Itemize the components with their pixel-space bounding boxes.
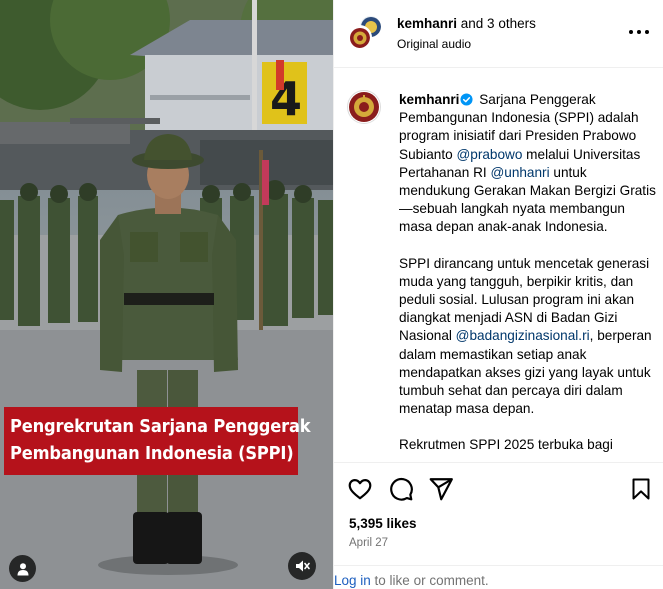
post-date[interactable]: April 27 xyxy=(349,537,388,549)
kemhan-emblem-icon xyxy=(350,28,370,48)
mute-toggle-button[interactable] xyxy=(288,552,316,580)
login-prompt-text: to like or comment. xyxy=(370,573,489,588)
caption-paragraph-2: SPPI dirancang untuk mencetak generasi m… xyxy=(399,255,656,419)
person-icon xyxy=(17,562,28,575)
caption-paragraph-1: kemhanri Sarjana Penggerak Pembangunan I… xyxy=(399,91,656,237)
overlay-line-2: Pembangunan Indonesia (SPPI) xyxy=(10,444,294,464)
more-horizontal-icon xyxy=(629,30,649,34)
post-media[interactable]: 4 Pengrekrutan Sarjana Penggerak Pembang… xyxy=(0,0,333,589)
tagged-users-button[interactable] xyxy=(9,555,36,582)
overlay-line-1: Pengrekrutan Sarjana Penggerak xyxy=(10,417,311,437)
caption-section: kemhanri Sarjana Penggerak Pembangunan I… xyxy=(334,69,663,462)
post-author[interactable]: kemhanri and 3 others xyxy=(397,16,536,31)
caption-paragraph-3: Rekrutmen SPPI 2025 terbuka bagi xyxy=(399,437,613,453)
mention-link[interactable]: @prabowo xyxy=(456,147,522,162)
post-details-panel: kemhanri and 3 others Original audio kem… xyxy=(333,0,663,589)
media-overlay-banner: Pengrekrutan Sarjana Penggerak Pembangun… xyxy=(4,407,311,475)
avatar[interactable] xyxy=(347,25,372,50)
action-bar xyxy=(334,462,663,514)
mention-link[interactable]: @unhanri xyxy=(490,165,549,180)
kemhan-emblem-icon xyxy=(349,92,379,122)
heart-icon xyxy=(348,479,372,500)
likes-count[interactable]: 5,395 likes xyxy=(349,516,417,531)
post-header: kemhanri and 3 others Original audio xyxy=(334,0,663,68)
more-options-button[interactable] xyxy=(628,22,652,42)
author-username[interactable]: kemhanri xyxy=(397,16,457,31)
collaborators-text[interactable]: and 3 others xyxy=(457,16,536,31)
audio-label[interactable]: Original audio xyxy=(397,37,536,51)
caption-username[interactable]: kemhanri xyxy=(399,92,459,107)
comment-button[interactable] xyxy=(388,476,414,502)
login-prompt: Log in to like or comment. xyxy=(334,565,663,589)
speaker-muted-icon xyxy=(296,560,310,572)
save-button[interactable] xyxy=(629,476,655,502)
caption-text: kemhanri Sarjana Penggerak Pembangunan I… xyxy=(399,91,656,455)
share-icon xyxy=(429,478,453,501)
mention-link[interactable]: @badangizinasional.ri xyxy=(456,328,590,343)
caption-avatar[interactable] xyxy=(347,90,381,124)
bookmark-icon xyxy=(632,478,650,500)
share-button[interactable] xyxy=(428,476,454,502)
comment-icon xyxy=(390,477,413,501)
collaborator-avatars[interactable] xyxy=(347,14,383,52)
soldier-photo: 4 xyxy=(0,0,333,589)
login-link[interactable]: Log in xyxy=(334,573,371,588)
like-button[interactable] xyxy=(347,476,373,502)
sign-number: 4 xyxy=(270,72,302,126)
verified-badge-icon xyxy=(460,93,473,106)
